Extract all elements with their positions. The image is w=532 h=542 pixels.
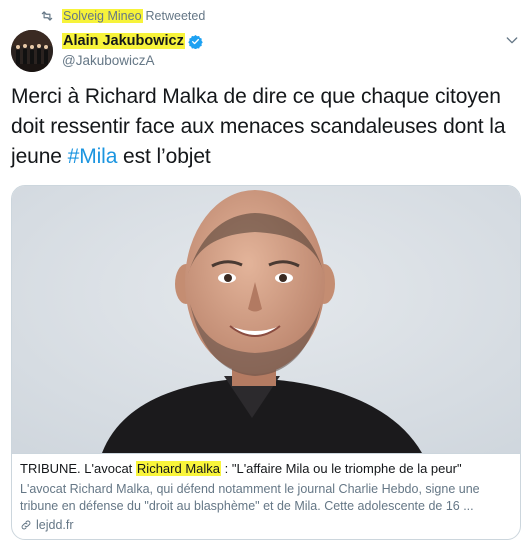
card-image (12, 186, 520, 453)
card-description: L'avocat Richard Malka, qui défend notam… (20, 482, 480, 513)
chevron-down-icon[interactable] (504, 32, 520, 48)
card-body: TRIBUNE. L'avocat Richard Malka : "L'aff… (12, 453, 520, 539)
card-title: TRIBUNE. L'avocat Richard Malka : "L'aff… (20, 460, 512, 478)
tweet-text-end: est l’objet (117, 145, 211, 168)
card-domain-text: lejdd.fr (36, 518, 74, 532)
author-handle[interactable]: @JakubowiczA (62, 53, 203, 68)
tweet-author: Alain Jakubowicz @JakubowiczA (62, 32, 203, 68)
card-title-prefix: TRIBUNE. L'avocat (20, 461, 136, 476)
retweet-context: Solveig Mineo Retweeted (40, 6, 205, 26)
verified-badge-icon (188, 34, 203, 49)
card-title-suffix: : "L'affaire Mila ou le triomphe de la p… (221, 461, 462, 476)
author-name[interactable]: Alain Jakubowicz (62, 33, 185, 49)
author-avatar[interactable] (11, 30, 53, 72)
retweeter-name[interactable]: Solveig Mineo (62, 9, 143, 23)
card-title-highlight: Richard Malka (135, 461, 222, 476)
card-domain: lejdd.fr (20, 518, 512, 532)
hashtag-link[interactable]: #Mila (68, 145, 118, 168)
retweet-icon (40, 9, 54, 23)
link-preview-card[interactable]: TRIBUNE. L'avocat Richard Malka : "L'aff… (11, 185, 521, 540)
tweet-text: Merci à Richard Malka de dire ce que cha… (11, 82, 521, 172)
link-icon (20, 519, 32, 531)
retweeted-label: Retweeted (145, 9, 206, 23)
